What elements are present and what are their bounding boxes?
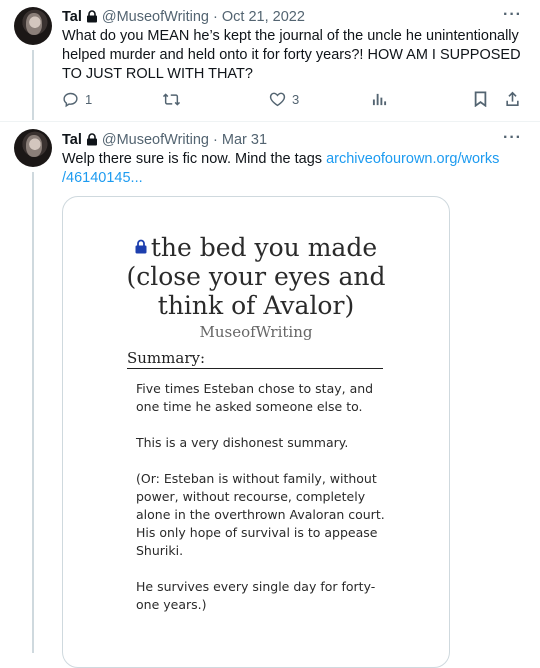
more-options-button[interactable]: ··· [503,129,522,147]
fic-title: the bed you made (close your eyes and th… [63,231,449,320]
reply-count: 1 [85,92,93,107]
timestamp[interactable]: Oct 21, 2022 [222,9,305,25]
fic-author: MuseofWriting [199,323,313,341]
fic-title-line-2: (close your eyes and [126,262,386,291]
like-icon [269,91,286,107]
summary-paragraph: Five times Esteban chose to stay, and on… [136,381,374,414]
link-preview-card[interactable]: the bed you made (close your eyes and th… [62,196,450,668]
separator: · [213,9,218,25]
fic-title-line-1: the bed you made [150,233,378,262]
summary-heading: Summary: [127,349,383,369]
action-bar: 1 3 [62,91,524,111]
display-name[interactable]: Tal [62,132,82,148]
bookmark-button[interactable] [474,91,487,107]
summary-text: Five times Esteban chose to stay, and on… [136,380,386,632]
share-button[interactable] [505,91,520,107]
tweet-text: What do you MEAN he’s kept the journal o… [62,28,521,82]
views-button[interactable] [372,91,387,106]
reply-button[interactable]: 1 [62,91,92,108]
handle[interactable]: @MuseofWriting [102,9,209,25]
summary-paragraph: He survives every single day for forty-o… [136,579,376,612]
link-url-continued[interactable]: /46140145... [62,170,143,186]
avatar[interactable] [14,7,52,45]
more-options-button[interactable]: ··· [503,6,522,24]
lock-icon [86,133,98,151]
link-url[interactable]: archiveofourown.org/works [326,151,499,167]
retweet-icon [162,91,181,108]
padlock-icon [135,231,147,260]
like-button[interactable]: 3 [269,91,299,107]
bookmark-icon [474,91,487,107]
summary-paragraph: This is a very dishonest summary. [136,435,349,450]
reply-icon [62,91,79,108]
tweet-text: Welp there sure is fic now. Mind the tag… [62,150,524,188]
summary-paragraph: (Or: Esteban is without family, without … [136,471,385,558]
lock-icon [86,10,98,28]
separator: · [213,132,218,148]
retweet-button[interactable] [162,91,181,108]
avatar[interactable] [14,129,52,167]
handle[interactable]: @MuseofWriting [102,132,209,148]
views-icon [372,91,387,106]
display-name[interactable]: Tal [62,9,82,25]
timestamp[interactable]: Mar 31 [222,132,267,148]
like-count: 3 [292,91,300,107]
thread-line [32,172,34,653]
tweet-header: Tal @MuseofWriting · Mar 31 [62,131,267,151]
thread-line [32,50,34,120]
share-icon [505,91,520,107]
fic-title-line-3: think of Avalor) [157,291,355,320]
divider [0,121,540,122]
tweet-header: Tal @MuseofWriting · Oct 21, 2022 [62,8,305,28]
tweet-text-body: Welp there sure is fic now. Mind the tag… [62,151,323,167]
